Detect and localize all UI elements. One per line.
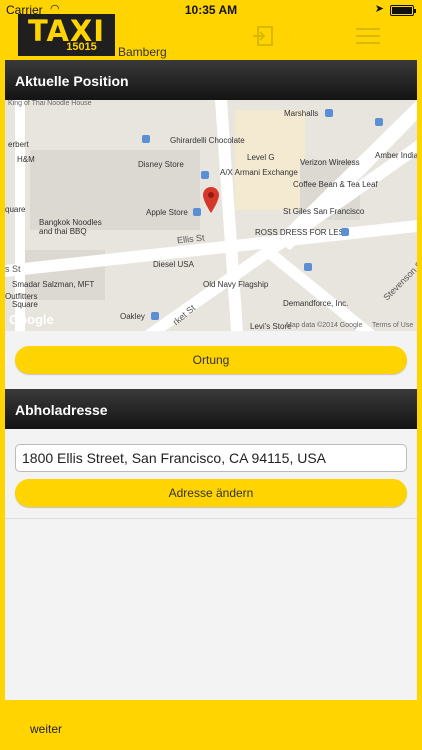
map-place: Marshalls — [284, 109, 319, 118]
shop-icon — [151, 312, 159, 320]
map-terms-link[interactable]: Terms of Use — [372, 322, 413, 329]
location-pin-icon — [203, 187, 219, 213]
section-header-position: Aktuelle Position — [5, 60, 417, 100]
taxi-logo: TAXI 15015 — [18, 14, 115, 56]
shop-icon — [341, 228, 349, 236]
map-place: Verizon Wireless — [300, 158, 360, 167]
map-place: quare — [5, 205, 26, 214]
map-place: A/X Armani Exchange — [220, 168, 298, 177]
shop-icon — [142, 135, 150, 143]
map-view[interactable]: King of Thai Noodle House erbert H&M Ghi… — [5, 100, 417, 331]
map-place: Old Navy Flagship — [203, 280, 269, 289]
map-place: Square — [12, 300, 38, 309]
map-place: Demandforce, Inc. — [283, 299, 349, 308]
main-panel: Aktuelle Position King of Thai Noodle Ho… — [5, 60, 417, 700]
battery-icon — [390, 5, 416, 16]
map-place: ROSS DRESS FOR LESS — [255, 228, 350, 237]
map-place: St Giles San Francisco — [283, 207, 365, 216]
hamburger-menu-icon[interactable] — [356, 28, 380, 44]
map-place: King of Thai Noodle House — [8, 100, 92, 107]
shop-icon — [201, 171, 209, 179]
change-address-button[interactable]: Adresse ändern — [15, 479, 407, 507]
shop-icon — [325, 109, 333, 117]
pickup-address-input[interactable] — [15, 444, 407, 472]
logo-number: 15015 — [66, 41, 97, 53]
map-place: Diesel USA — [153, 260, 194, 269]
locate-button[interactable]: Ortung — [15, 346, 407, 374]
exit-icon[interactable] — [252, 25, 274, 47]
map-place: Disney Store — [138, 160, 184, 169]
location-arrow-icon: ➤ — [374, 3, 384, 15]
map-place: Bangkok Noodles and thai BBQ — [39, 218, 102, 236]
map-place: Smadar Salzman, MFT — [12, 280, 95, 289]
map-place: erbert — [8, 140, 29, 149]
map-place: Level G — [247, 153, 275, 162]
google-logo: Google — [9, 312, 54, 327]
map-place: Coffee Bean & Tea Leaf — [293, 180, 378, 189]
divider — [5, 518, 417, 519]
transit-icon — [375, 118, 383, 126]
city-label: Bamberg — [118, 45, 167, 59]
map-street: s St — [5, 264, 21, 274]
transit-icon — [304, 263, 312, 271]
next-button[interactable]: weiter — [30, 722, 62, 736]
map-place: Ghirardelli Chocolate — [170, 136, 245, 145]
map-place: Amber India — [375, 151, 417, 160]
map-place: H&M — [17, 155, 35, 164]
section-header-pickup: Abholadresse — [5, 389, 417, 429]
shop-icon — [193, 208, 201, 216]
map-place: Oakley — [120, 312, 145, 321]
map-attribution: Map data ©2014 Google — [286, 322, 363, 329]
map-place: Apple Store — [146, 208, 188, 217]
